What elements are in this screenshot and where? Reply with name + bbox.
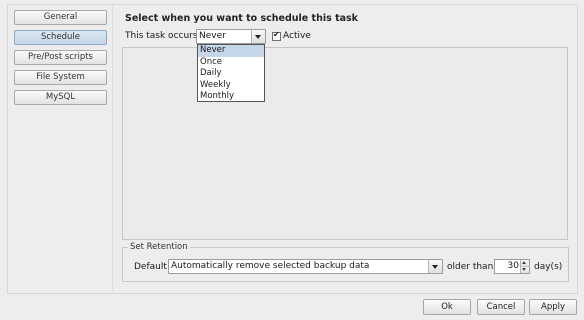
- retention-mode-select[interactable]: Automatically remove selected backup dat…: [168, 259, 443, 274]
- ok-button[interactable]: Ok: [423, 299, 471, 315]
- cancel-button[interactable]: Cancel: [477, 299, 525, 315]
- spinner-buttons: [520, 260, 529, 273]
- sidebar-item-file-system[interactable]: File System: [14, 70, 107, 85]
- frequency-option-monthly[interactable]: Monthly: [198, 91, 264, 103]
- active-checkbox[interactable]: [272, 30, 281, 41]
- frequency-select[interactable]: Never: [196, 29, 266, 44]
- days-unit-label: day(s): [534, 262, 563, 272]
- active-label[interactable]: Active: [283, 31, 311, 41]
- chevron-down-icon[interactable]: [251, 30, 265, 43]
- schedule-options-panel: [122, 47, 568, 240]
- frequency-dropdown-list: Never Once Daily Weekly Monthly: [197, 44, 265, 102]
- frequency-option-once[interactable]: Once: [198, 57, 264, 69]
- retention-mode-value: Automatically remove selected backup dat…: [171, 261, 370, 271]
- occurs-label: This task occurs: [125, 31, 198, 41]
- retention-days-spinner[interactable]: 30: [494, 259, 530, 274]
- sidebar-item-mysql[interactable]: MySQL: [14, 90, 107, 105]
- frequency-option-never[interactable]: Never: [198, 45, 264, 57]
- sidebar-item-pre-post-scripts[interactable]: Pre/Post scripts: [14, 50, 107, 65]
- sidebar-item-general[interactable]: General: [14, 10, 107, 25]
- spinner-up-icon[interactable]: [521, 260, 529, 267]
- frequency-option-weekly[interactable]: Weekly: [198, 80, 264, 92]
- sidebar-divider: [112, 6, 113, 290]
- page-title: Select when you want to schedule this ta…: [125, 13, 358, 24]
- frequency-option-daily[interactable]: Daily: [198, 68, 264, 80]
- apply-button[interactable]: Apply: [529, 299, 577, 315]
- retention-days-value[interactable]: 30: [508, 260, 519, 273]
- retention-legend: Set Retention: [130, 242, 188, 252]
- chevron-down-icon[interactable]: [428, 260, 442, 273]
- sidebar-item-schedule[interactable]: Schedule: [14, 30, 107, 45]
- retention-default-label: Default: [134, 262, 167, 272]
- spinner-down-icon[interactable]: [521, 267, 529, 273]
- frequency-value: Never: [199, 31, 226, 41]
- older-than-label: older than: [447, 262, 494, 272]
- sidebar: General Schedule Pre/Post scripts File S…: [14, 10, 107, 110]
